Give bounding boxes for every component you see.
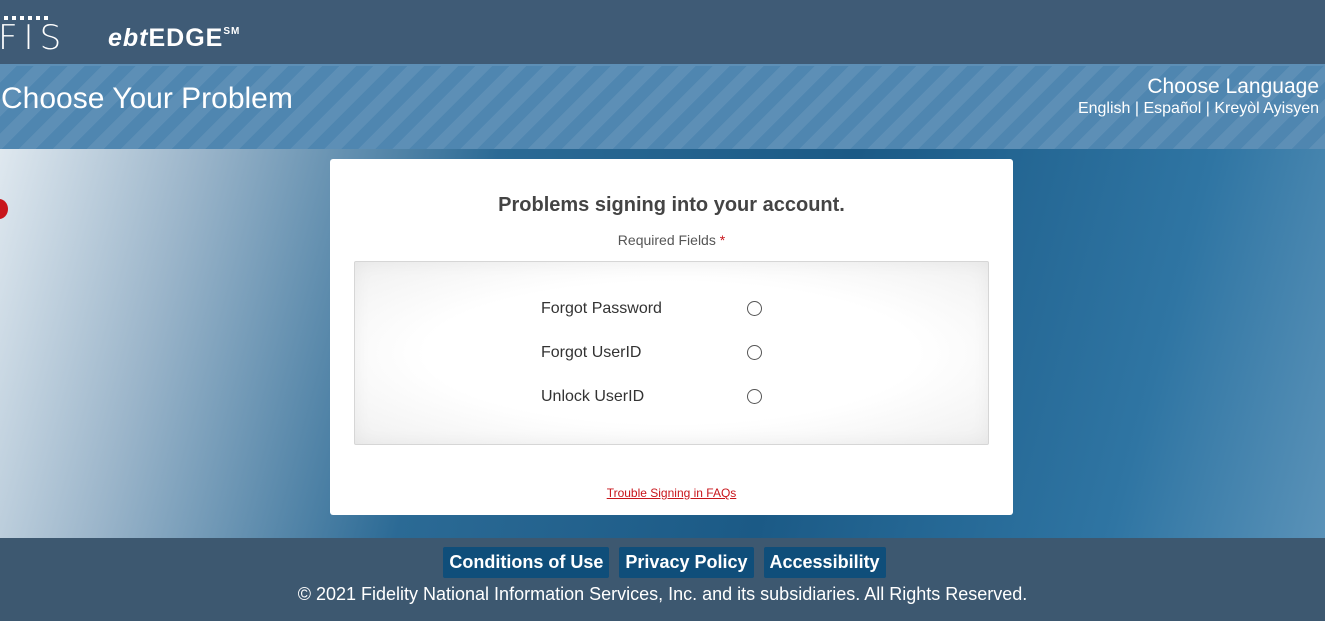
language-title: Choose Language xyxy=(1147,75,1319,98)
language-separator: | xyxy=(1130,100,1144,117)
main-content: Problems signing into your account. Requ… xyxy=(0,149,1325,538)
fis-logo-mark: FIS xyxy=(0,14,95,58)
option-forgot-userid[interactable]: Forgot UserID xyxy=(541,342,781,364)
fis-ebtedge-logo[interactable]: FIS ebtEDGESM xyxy=(0,12,241,58)
required-fields-note: Required Fields * xyxy=(617,232,726,248)
required-asterisk: * xyxy=(719,232,726,248)
conditions-of-use-button[interactable]: Conditions of Use xyxy=(443,547,610,578)
forgot-password-radio[interactable] xyxy=(747,301,762,316)
problem-options-group: Forgot Password Forgot UserID Unlock Use… xyxy=(354,261,989,445)
language-espanol-link[interactable]: Español xyxy=(1143,100,1201,117)
feedback-tab-marker[interactable] xyxy=(0,199,8,219)
page-title: Choose Your Problem xyxy=(1,82,293,115)
footer: Conditions of Use Privacy Policy Accessi… xyxy=(0,538,1325,621)
option-label: Forgot Password xyxy=(541,300,662,317)
ebtedge-wordmark: ebtEDGESM xyxy=(108,23,241,52)
footer-links: Conditions of Use Privacy Policy Accessi… xyxy=(0,547,1325,578)
language-english-link[interactable]: English xyxy=(1078,100,1130,117)
accessibility-button[interactable]: Accessibility xyxy=(763,547,886,578)
forgot-userid-radio[interactable] xyxy=(747,345,762,360)
option-label: Forgot UserID xyxy=(541,344,642,361)
option-forgot-password[interactable]: Forgot Password xyxy=(541,298,781,320)
fis-wordmark: FIS xyxy=(0,18,68,58)
language-separator: | xyxy=(1201,100,1215,117)
unlock-userid-radio[interactable] xyxy=(747,389,762,404)
language-links: English | Español | Kreyòl Ayisyen xyxy=(1078,99,1319,119)
trouble-signing-faq-link[interactable]: Trouble Signing in FAQs xyxy=(607,486,737,500)
faq-link-container: Trouble Signing in FAQs xyxy=(330,486,1013,500)
card-heading: Problems signing into your account. xyxy=(498,194,845,216)
option-unlock-userid[interactable]: Unlock UserID xyxy=(541,386,781,408)
option-label: Unlock UserID xyxy=(541,388,645,405)
privacy-policy-button[interactable]: Privacy Policy xyxy=(619,547,754,578)
top-bar: FIS ebtEDGESM xyxy=(0,0,1325,64)
language-selector: Choose Language English | Español | Krey… xyxy=(1078,75,1319,119)
page-header: Choose Your Problem Choose Language Engl… xyxy=(0,64,1325,151)
problem-card: Problems signing into your account. Requ… xyxy=(330,159,1013,515)
copyright-text: © 2021 Fidelity National Information Ser… xyxy=(297,584,1028,604)
language-kreyol-link[interactable]: Kreyòl Ayisyen xyxy=(1214,100,1319,117)
